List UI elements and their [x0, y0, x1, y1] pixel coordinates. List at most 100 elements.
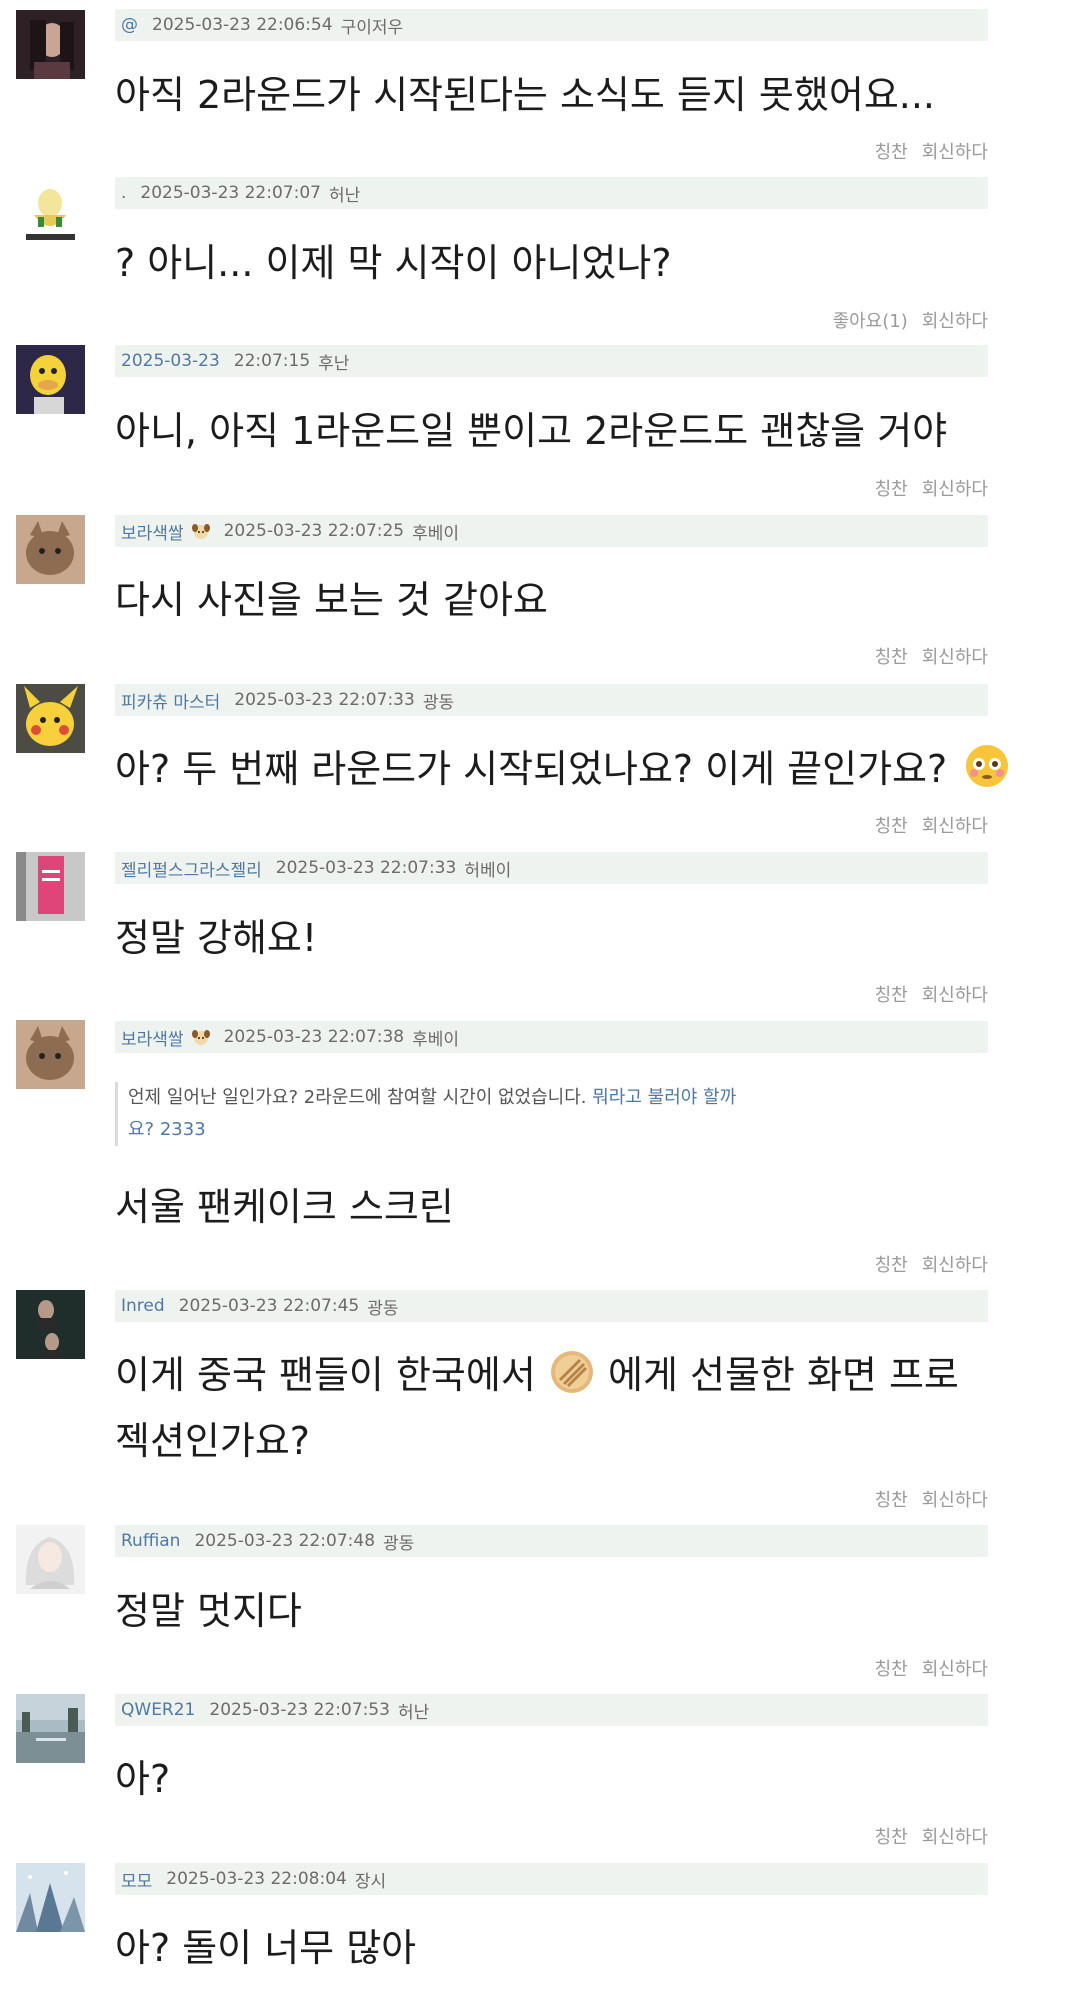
praise-button[interactable]: 칭찬 — [875, 643, 908, 669]
location: 광동 — [383, 1533, 415, 1554]
username[interactable]: 젤리펄스그라스젤리 — [121, 856, 262, 881]
praise-button[interactable]: 칭찬 — [875, 138, 908, 164]
comment-meta: Ruffian 2025-03-23 22:07:48 광동 — [115, 1525, 988, 1557]
avatar[interactable] — [16, 10, 85, 79]
avatar[interactable] — [16, 515, 85, 584]
comment-meta: 모모 2025-03-23 22:08:04 장시 — [115, 1863, 988, 1895]
username[interactable]: 2025-03-23 — [121, 351, 220, 371]
username[interactable]: 보라색쌀 — [121, 1025, 184, 1050]
location: 광동 — [367, 1298, 399, 1319]
username[interactable]: 보라색쌀 — [121, 519, 184, 544]
comment-text: ? 아니... 이제 막 시작이 아니었나? — [115, 241, 672, 285]
location: 후베이 — [412, 1029, 460, 1050]
avatar[interactable] — [16, 177, 85, 246]
location: 허난 — [328, 185, 361, 206]
comment-meta: @ 2025-03-23 22:06:54 구이저우 — [115, 9, 988, 41]
avatar[interactable] — [16, 1525, 85, 1594]
like-button[interactable]: 좋아요(1) — [833, 307, 908, 333]
reply-button[interactable]: 회신하다 — [922, 812, 988, 838]
comment-text: 정말 강해요! — [115, 916, 318, 960]
reply-button[interactable]: 회신하다 — [922, 1655, 988, 1681]
praise-button[interactable]: 칭찬 — [875, 475, 908, 501]
comment-text: 아? 돌이 너무 많아 — [115, 1926, 417, 1970]
username[interactable]: QWER21 — [121, 1700, 195, 1720]
location: 후난 — [318, 353, 350, 374]
comment-text-part: 이게 중국 팬들이 한국에서 — [115, 1353, 536, 1397]
username[interactable]: 피카츄 마스터 — [121, 688, 220, 713]
reply-button[interactable]: 회신하다 — [922, 981, 988, 1007]
comment-meta: 피카츄 마스터 2025-03-23 22:07:33 광동 — [115, 684, 988, 716]
comment-text: 다시 사진을 보는 것 같아요 — [115, 578, 548, 622]
username[interactable]: 모모 — [121, 1867, 152, 1892]
dog-emoji-icon — [191, 1030, 210, 1045]
timestamp: 2025-03-23 22:07:33 — [234, 690, 415, 710]
comment-actions: 칭찬 회신하다 — [875, 812, 988, 838]
comment-actions: 칭찬 회신하다 — [875, 1823, 988, 1849]
comment-actions: 칭찬 회신하다 — [875, 1655, 988, 1681]
quote-text: 언제 일어난 일인가요? 2라운드에 참여할 시간이 없었습니다. — [128, 1087, 587, 1108]
comment-actions: 칭찬 회신하다 — [875, 643, 988, 669]
reply-button[interactable]: 회신하다 — [922, 643, 988, 669]
avatar[interactable] — [16, 345, 85, 414]
praise-button[interactable]: 칭찬 — [875, 1655, 908, 1681]
timestamp: 2025-03-23 22:07:25 — [223, 521, 405, 541]
pancake-emoji-icon — [550, 1351, 593, 1393]
praise-button[interactable]: 칭찬 — [875, 1251, 908, 1277]
timestamp: 2025-03-23 22:07:33 — [275, 858, 457, 878]
praise-button[interactable]: 칭찬 — [875, 981, 908, 1007]
comment-actions: 칭찬 회신하다 — [875, 475, 988, 501]
username[interactable]: . — [121, 183, 126, 203]
avatar[interactable] — [16, 1694, 85, 1763]
reply-button[interactable]: 회신하다 — [922, 1251, 988, 1277]
location: 후베이 — [412, 523, 460, 544]
timestamp: 2025-03-23 22:08:04 — [166, 1869, 347, 1889]
timestamp: 2025-03-23 22:06:54 — [152, 15, 333, 35]
location: 구이저우 — [340, 17, 404, 38]
comment-meta: Inred 2025-03-23 22:07:45 광동 — [115, 1290, 988, 1322]
comment-actions: 칭찬 회신하다 — [875, 981, 988, 1007]
praise-button[interactable]: 칭찬 — [875, 1823, 908, 1849]
location: 장시 — [354, 1871, 387, 1892]
reply-button[interactable]: 회신하다 — [922, 307, 988, 333]
reply-button[interactable]: 회신하다 — [922, 1486, 988, 1512]
comment-meta: 2025-03-23 22:07:15 후난 — [115, 345, 988, 377]
comment-actions: 칭찬 회신하다 — [875, 1486, 988, 1512]
comment-text-content: 아? 두 번째 라운드가 시작되었나요? 이게 끝인가요? — [115, 747, 948, 791]
avatar[interactable] — [16, 852, 85, 921]
praise-button[interactable]: 칭찬 — [875, 812, 908, 838]
avatar[interactable] — [16, 1863, 85, 1932]
comment-meta: . 2025-03-23 22:07:07 허난 — [115, 177, 988, 209]
dog-emoji-icon — [191, 524, 210, 539]
username[interactable]: @ — [121, 15, 138, 35]
comment-text: 정말 멋지다 — [115, 1589, 302, 1633]
avatar[interactable] — [16, 1290, 85, 1359]
comment-meta: 보라색쌀 2025-03-23 22:07:25 후베이 — [115, 515, 988, 547]
timestamp: 22:07:15 — [233, 351, 311, 371]
reply-button[interactable]: 회신하다 — [922, 475, 988, 501]
comment-meta: 보라색쌀 2025-03-23 22:07:38 후베이 — [115, 1021, 988, 1053]
comment-text: 아? — [115, 1757, 171, 1801]
username[interactable]: Inred — [121, 1296, 165, 1316]
comment-actions: 칭찬 회신하다 — [875, 1251, 988, 1277]
timestamp: 2025-03-23 22:07:07 — [140, 183, 321, 203]
comment-actions: 칭찬 회신하다 — [875, 138, 988, 164]
reply-button[interactable]: 회신하다 — [922, 138, 988, 164]
timestamp: 2025-03-23 22:07:45 — [178, 1296, 360, 1316]
username[interactable]: Ruffian — [121, 1531, 180, 1551]
location: 허난 — [397, 1702, 430, 1723]
comment-text: 아니, 아직 1라운드일 뿐이고 2라운드도 괜찮을 거야 — [115, 409, 948, 453]
comment-text: 아? 두 번째 라운드가 시작되었나요? 이게 끝인가요? — [115, 736, 1009, 802]
avatar[interactable] — [16, 1020, 85, 1089]
quoted-reply: 언제 일어난 일인가요? 2라운드에 참여할 시간이 없었습니다. 뭐라고 불러… — [115, 1082, 748, 1146]
location: 허베이 — [464, 860, 512, 881]
timestamp: 2025-03-23 22:07:53 — [209, 1700, 390, 1720]
comment-actions: 좋아요(1) 회신하다 — [833, 307, 988, 333]
timestamp: 2025-03-23 22:07:38 — [223, 1027, 405, 1047]
praise-button[interactable]: 칭찬 — [875, 1486, 908, 1512]
reply-button[interactable]: 회신하다 — [922, 1823, 988, 1849]
comment-text: 아직 2라운드가 시작된다는 소식도 듣지 못했어요... — [115, 73, 936, 117]
location: 광동 — [422, 692, 455, 713]
comment-meta: QWER21 2025-03-23 22:07:53 허난 — [115, 1694, 988, 1726]
avatar[interactable] — [16, 684, 85, 753]
comment-text: 서울 팬케이크 스크린 — [115, 1185, 454, 1229]
